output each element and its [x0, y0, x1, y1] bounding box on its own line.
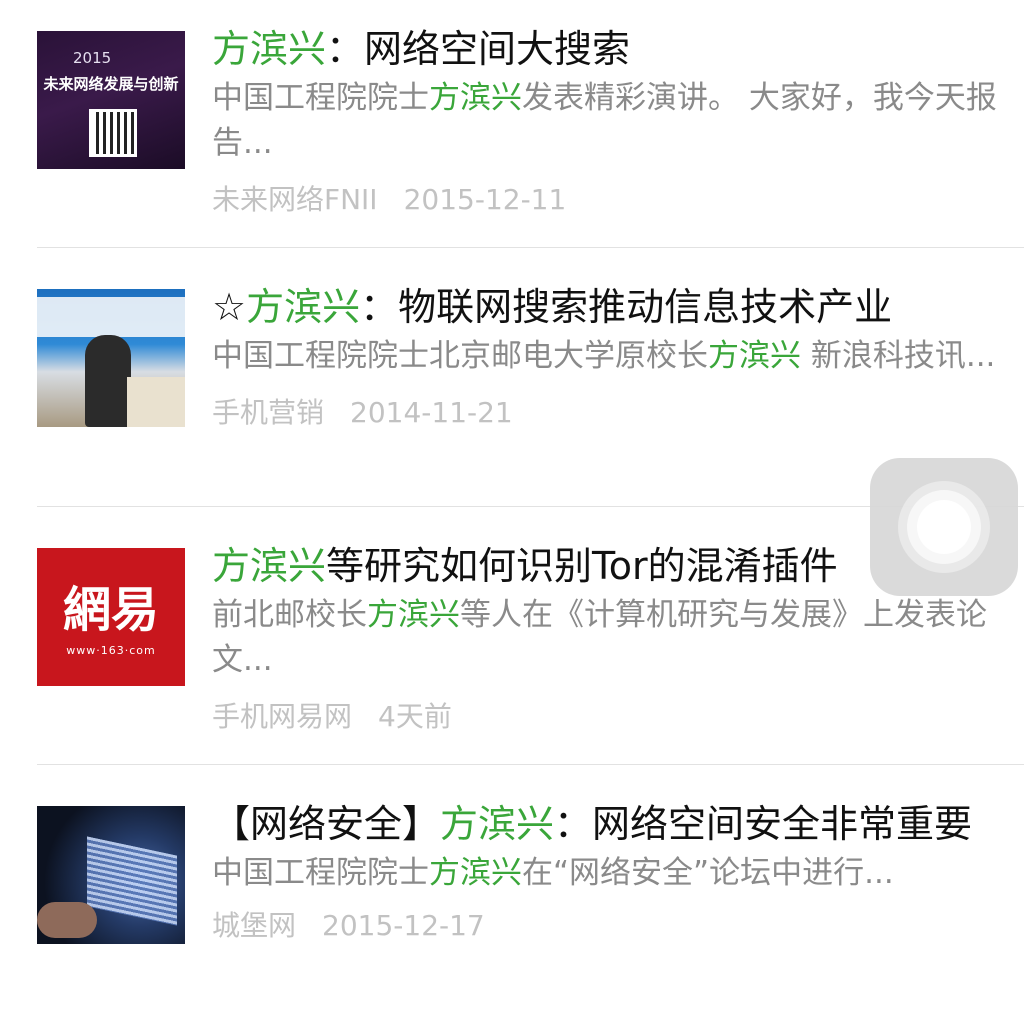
assistive-touch-icon[interactable]: [870, 458, 1018, 596]
result-title[interactable]: 方滨兴：网络空间大搜索: [212, 24, 1002, 74]
publish-date: 2015-12-17: [322, 909, 485, 942]
result-snippet: 中国工程院院士北京邮电大学原校长方滨兴 新浪科技讯...: [212, 338, 996, 374]
source-name: 未来网络FNII: [212, 183, 378, 216]
result-snippet: 前北邮校长方滨兴等人在《计算机研究与发展》上发表论文...: [212, 597, 987, 678]
result-meta: 手机营销 2014-11-21: [212, 391, 1002, 431]
result-title[interactable]: 【网络安全】方滨兴：网络空间安全非常重要: [212, 799, 982, 849]
source-name: 城堡网: [212, 909, 297, 942]
result-snippet: 中国工程院院士方滨兴发表精彩演讲。 大家好，我今天报告...: [212, 80, 997, 161]
result-snippet: 中国工程院院士方滨兴在“网络安全”论坛中进行...: [212, 855, 894, 891]
conference-poster-thumbnail: 2015 未来网络发展与创新: [37, 31, 185, 169]
hacker-screen-thumbnail: [37, 806, 185, 944]
publish-date: 4天前: [378, 700, 452, 733]
result-meta: 城堡网 2015-12-17: [212, 904, 982, 944]
list-item[interactable]: ☆方滨兴：物联网搜索推动信息技术产业 中国工程院院士北京邮电大学原校长方滨兴 新…: [0, 248, 1024, 506]
result-title[interactable]: ☆方滨兴：物联网搜索推动信息技术产业: [212, 282, 1002, 332]
speaker-photo-thumbnail: [37, 289, 185, 427]
qr-code-icon: [89, 109, 137, 157]
result-meta: 手机网易网 4天前: [212, 695, 1002, 735]
publish-date: 2015-12-11: [403, 183, 567, 216]
netease-logo-thumbnail: 網易 www·163·com: [37, 548, 185, 686]
result-meta: 未来网络FNII 2015-12-11: [212, 178, 1002, 218]
source-name: 手机营销: [212, 396, 325, 429]
list-item[interactable]: 2015 未来网络发展与创新 方滨兴：网络空间大搜索 中国工程院院士方滨兴发表精…: [0, 0, 1024, 248]
publish-date: 2014-11-21: [350, 396, 513, 429]
list-item[interactable]: 【网络安全】方滨兴：网络空间安全非常重要 中国工程院院士方滨兴在“网络安全”论坛…: [0, 765, 1024, 1024]
source-name: 手机网易网: [212, 700, 353, 733]
